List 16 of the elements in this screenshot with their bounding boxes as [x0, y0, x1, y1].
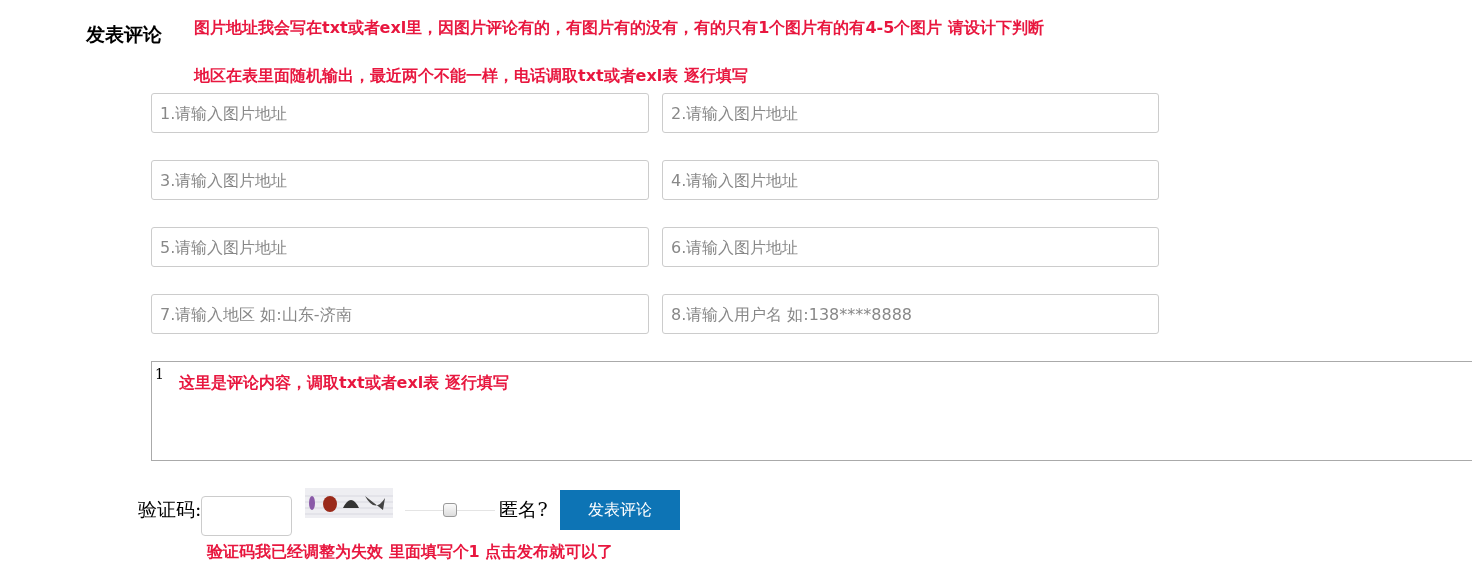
instruction-note: 这里是评论内容，调取txt或者exl表 逐行填写 — [179, 373, 509, 393]
instruction-note: 图片地址我会写在txt或者exl里，因图片评论有的，有图片有的没有，有的只有1个图片有的有4-5个图片 请设计下判断 — [194, 18, 1044, 38]
input-field[interactable]: 3.请输入图片地址 — [151, 160, 649, 200]
input-field[interactable]: 8.请输入用户名 如:138****8888 — [662, 294, 1159, 334]
anonymous-label: 匿名? — [499, 497, 548, 522]
captcha-label: 验证码: — [138, 497, 202, 522]
instruction-note: 验证码我已经调整为失效 里面填写个1 点击发布就可以了 — [207, 542, 615, 562]
input-field[interactable]: 2.请输入图片地址 — [662, 93, 1159, 133]
instruction-note: 地区在表里面随机输出，最近两个不能一样，电话调取txt或者exl表 逐行填写 — [194, 66, 749, 86]
input-field[interactable]: 6.请输入图片地址 — [662, 227, 1159, 267]
section-title: 发表评论 — [86, 22, 163, 47]
input-field[interactable]: 1.请输入图片地址 — [151, 93, 649, 133]
input-field[interactable]: 7.请输入地区 如:山东-济南 — [151, 294, 649, 334]
input-field[interactable]: 5.请输入图片地址 — [151, 227, 649, 267]
input-field[interactable]: 4.请输入图片地址 — [662, 160, 1159, 200]
submit-button[interactable]: 发表评论 — [559, 490, 680, 530]
